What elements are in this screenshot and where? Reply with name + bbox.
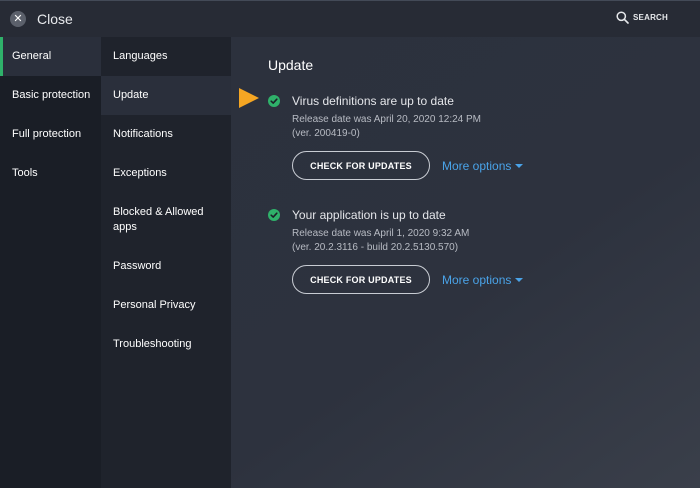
search-icon — [616, 11, 629, 24]
sub-nav-item-label: Personal Privacy — [113, 299, 196, 311]
sub-nav-item-label: Blocked & Allowed apps — [113, 206, 204, 233]
page-title: Update — [268, 57, 314, 73]
nav-item-tools[interactable]: Tools — [0, 154, 101, 193]
nav-item-label: Full protection — [12, 128, 82, 140]
search-button[interactable]: SEARCH — [616, 11, 668, 24]
release-date-text: Release date was April 20, 2020 12:24 PM — [292, 114, 482, 125]
title-bar: ✕ Close SEARCH — [0, 0, 700, 37]
status-row: Your application is up to date — [268, 207, 688, 223]
check-circle-icon — [268, 209, 280, 221]
nav-item-basic-protection[interactable]: Basic protection — [0, 76, 101, 115]
update-panel: Update Virus definitions are up to date … — [231, 37, 700, 488]
sub-nav-item-label: Password — [113, 260, 162, 272]
sub-nav-item-label: Notifications — [113, 128, 173, 140]
nav-item-label: General — [12, 50, 52, 62]
application-section: Your application is up to date Release d… — [268, 207, 688, 294]
status-text: Virus definitions are up to date — [292, 94, 454, 108]
sub-nav-item-label: Troubleshooting — [113, 338, 192, 350]
nav-item-label: Tools — [12, 167, 38, 179]
status-row: Virus definitions are up to date — [268, 93, 688, 109]
more-options-label: More options — [442, 272, 512, 287]
search-label: SEARCH — [633, 13, 668, 22]
sub-nav-item-notifications[interactable]: Notifications — [101, 115, 231, 154]
more-options-link[interactable]: More options — [442, 158, 524, 173]
sub-nav-item-label: Update — [113, 89, 149, 101]
sub-nav-item-exceptions[interactable]: Exceptions — [101, 154, 231, 193]
section-actions: CHECK FOR UPDATES More options — [292, 265, 688, 294]
release-date-text: Release date was April 1, 2020 9:32 AM — [292, 228, 470, 239]
sub-nav-item-password[interactable]: Password — [101, 247, 231, 286]
check-circle-icon — [268, 95, 280, 107]
sub-nav-item-update[interactable]: Update — [101, 76, 231, 115]
version-text: (ver. 200419-0) — [292, 128, 360, 139]
sub-nav-item-label: Exceptions — [113, 167, 167, 179]
sub-nav-item-personal-privacy[interactable]: Personal Privacy — [101, 286, 231, 325]
arrow-pointer-icon — [239, 88, 259, 108]
close-button[interactable]: ✕ Close — [10, 9, 73, 29]
nav-item-label: Basic protection — [12, 89, 91, 101]
virus-definitions-section: Virus definitions are up to date Release… — [268, 93, 688, 180]
more-options-label: More options — [442, 158, 512, 173]
close-label: Close — [37, 11, 73, 27]
nav-item-general[interactable]: General — [0, 37, 101, 76]
close-icon: ✕ — [10, 11, 26, 27]
version-text: (ver. 20.2.3116 - build 20.2.5130.570) — [292, 242, 459, 253]
sub-nav-item-troubleshooting[interactable]: Troubleshooting — [101, 325, 231, 364]
sub-nav-item-languages[interactable]: Languages — [101, 37, 231, 76]
caret-down-icon — [515, 277, 524, 282]
secondary-nav: Languages Update Notifications Exception… — [101, 37, 231, 488]
more-options-link[interactable]: More options — [442, 272, 524, 287]
sub-nav-item-label: Languages — [113, 50, 168, 62]
status-text: Your application is up to date — [292, 208, 446, 222]
section-actions: CHECK FOR UPDATES More options — [292, 151, 688, 180]
primary-nav: General Basic protection Full protection… — [0, 37, 101, 488]
check-for-updates-button[interactable]: CHECK FOR UPDATES — [292, 265, 430, 294]
caret-down-icon — [515, 163, 524, 168]
check-for-updates-button[interactable]: CHECK FOR UPDATES — [292, 151, 430, 180]
sub-nav-item-blocked-allowed-apps[interactable]: Blocked & Allowed apps — [101, 193, 231, 247]
nav-item-full-protection[interactable]: Full protection — [0, 115, 101, 154]
